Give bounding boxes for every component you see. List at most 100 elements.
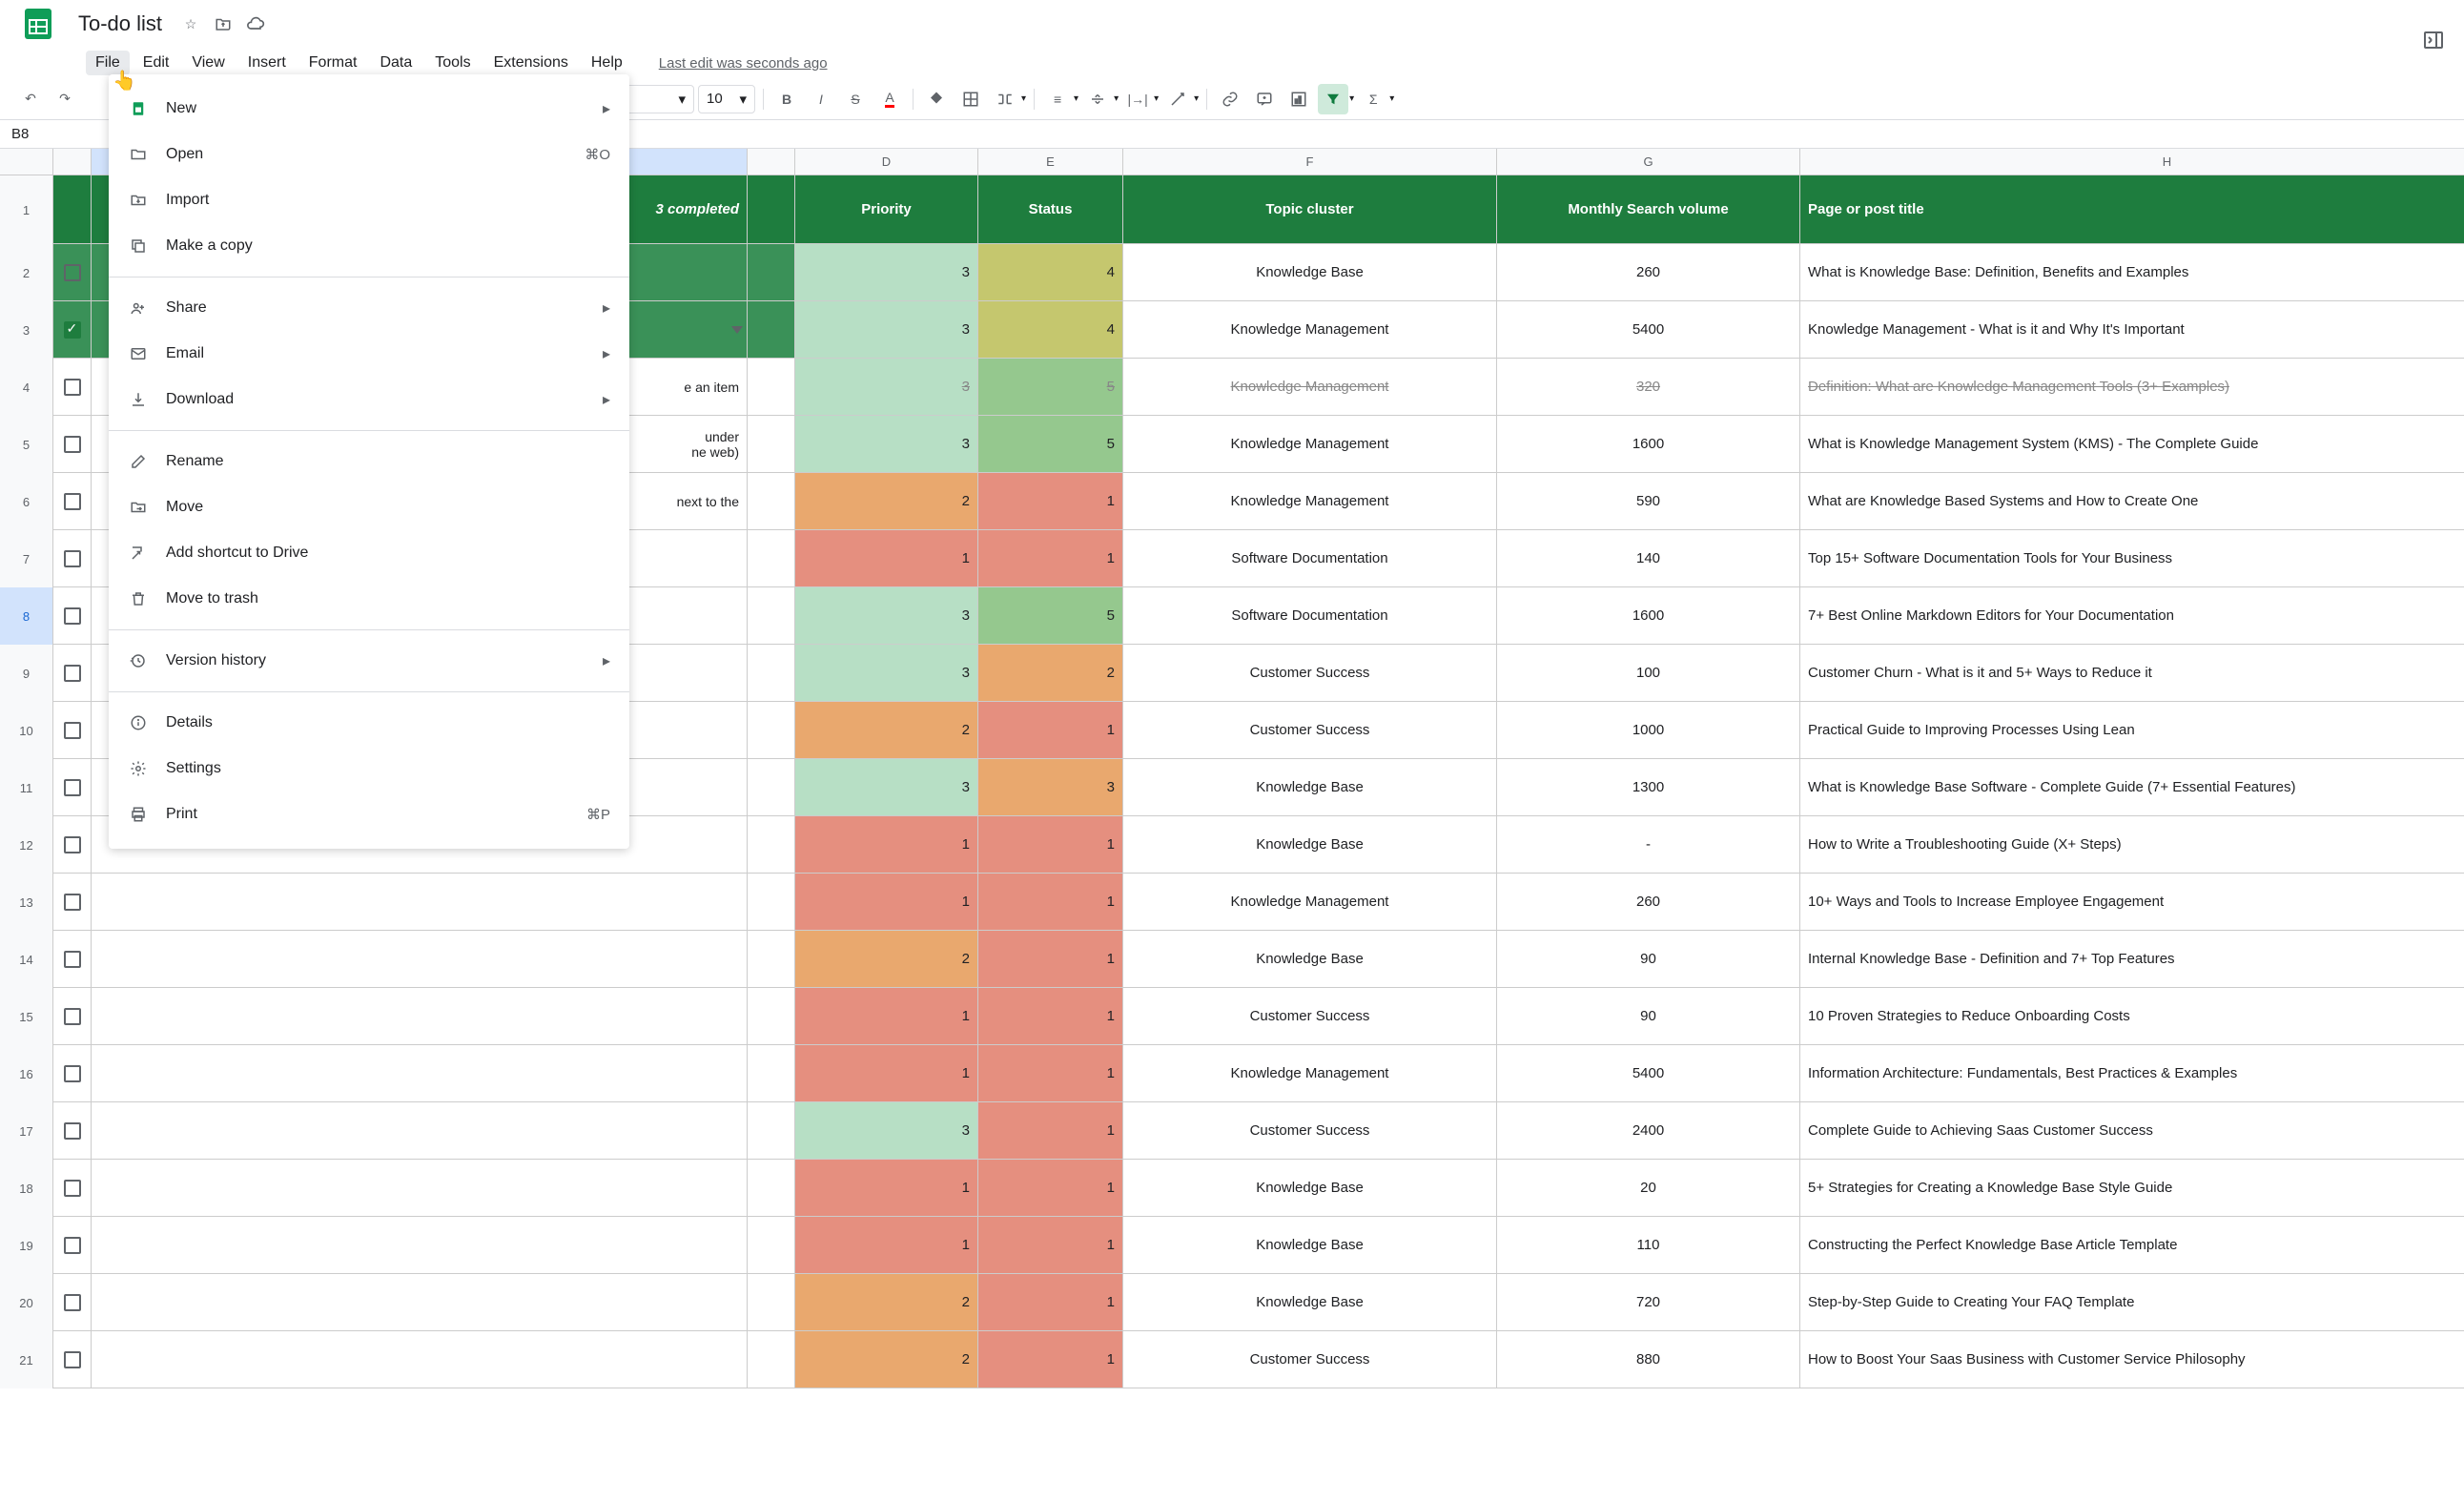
file-new[interactable]: New▸ <box>109 86 629 132</box>
cell-checkbox[interactable] <box>53 816 92 873</box>
cell[interactable] <box>748 1045 795 1101</box>
cell-priority[interactable]: 3 <box>795 645 978 701</box>
cell-topic[interactable]: Customer Success <box>1123 988 1497 1044</box>
cell[interactable] <box>748 759 795 815</box>
cell-title[interactable]: Step-by-Step Guide to Creating Your FAQ … <box>1800 1274 2464 1330</box>
cell-checkbox[interactable] <box>53 416 92 472</box>
file-import[interactable]: Import <box>109 177 629 223</box>
menu-view[interactable]: View <box>182 51 234 75</box>
wrap-button[interactable]: |→| <box>1122 84 1153 114</box>
checkbox[interactable] <box>64 1122 81 1140</box>
link-button[interactable] <box>1215 84 1245 114</box>
cell[interactable] <box>748 1160 795 1216</box>
cell-checkbox[interactable] <box>53 1102 92 1159</box>
cell-priority[interactable]: 3 <box>795 587 978 644</box>
menu-edit[interactable]: Edit <box>133 51 179 75</box>
cell-status[interactable]: 1 <box>978 1331 1123 1388</box>
fill-color-button[interactable] <box>921 84 952 114</box>
valign-button[interactable] <box>1082 84 1113 114</box>
cell-title[interactable]: What is Knowledge Management System (KMS… <box>1800 416 2464 472</box>
borders-button[interactable] <box>955 84 986 114</box>
cell-msv[interactable]: 1600 <box>1497 416 1800 472</box>
row-header[interactable]: 19 <box>0 1217 53 1274</box>
functions-button[interactable]: Σ <box>1358 84 1388 114</box>
star-icon[interactable]: ☆ <box>181 14 200 33</box>
cell-priority[interactable]: 1 <box>795 530 978 586</box>
cell-priority[interactable]: 2 <box>795 702 978 758</box>
row-header[interactable]: 20 <box>0 1274 53 1331</box>
checkbox[interactable] <box>64 1294 81 1311</box>
cell-priority[interactable]: 3 <box>795 301 978 358</box>
cell-msv[interactable]: 260 <box>1497 244 1800 300</box>
chevron-down-icon[interactable]: ▾ <box>1074 93 1078 104</box>
cell-priority[interactable]: 2 <box>795 931 978 987</box>
cell-checkbox[interactable] <box>53 359 92 415</box>
select-all-corner[interactable] <box>0 149 53 175</box>
cell-checkbox[interactable] <box>53 988 92 1044</box>
cell-status[interactable]: 1 <box>978 874 1123 930</box>
cell-title[interactable]: Knowledge Management - What is it and Wh… <box>1800 301 2464 358</box>
cell-priority[interactable]: 1 <box>795 874 978 930</box>
cell-status[interactable]: 2 <box>978 645 1123 701</box>
cell[interactable]: Monthly Search volume <box>1497 175 1800 243</box>
row-header[interactable]: 17 <box>0 1102 53 1160</box>
cell-topic[interactable]: Knowledge Management <box>1123 473 1497 529</box>
cell[interactable] <box>748 874 795 930</box>
cell-checkbox[interactable] <box>53 702 92 758</box>
cell-priority[interactable]: 1 <box>795 988 978 1044</box>
checkbox[interactable] <box>64 607 81 625</box>
cell-checkbox[interactable] <box>53 759 92 815</box>
cell-checkbox[interactable] <box>53 587 92 644</box>
cell-title[interactable]: What is Knowledge Base: Definition, Bene… <box>1800 244 2464 300</box>
sheets-logo[interactable] <box>15 1 61 47</box>
cell-status[interactable]: 4 <box>978 301 1123 358</box>
cell-checkbox[interactable] <box>53 301 92 358</box>
cell-topic[interactable]: Knowledge Base <box>1123 1274 1497 1330</box>
cell-status[interactable]: 3 <box>978 759 1123 815</box>
move-folder-icon[interactable] <box>214 14 233 33</box>
checkbox[interactable] <box>64 665 81 682</box>
file-copy[interactable]: Make a copy <box>109 223 629 269</box>
file-version-history[interactable]: Version history▸ <box>109 638 629 684</box>
checkbox[interactable] <box>64 951 81 968</box>
checkbox[interactable] <box>64 379 81 396</box>
menu-extensions[interactable]: Extensions <box>484 51 578 75</box>
cell-topic[interactable]: Software Documentation <box>1123 530 1497 586</box>
col-header-d[interactable]: D <box>795 149 978 175</box>
menu-data[interactable]: Data <box>370 51 421 75</box>
text-color-button[interactable]: A <box>874 84 905 114</box>
row-header[interactable]: 6 <box>0 473 53 530</box>
cell[interactable] <box>748 1217 795 1273</box>
cell[interactable] <box>748 416 795 472</box>
cell-topic[interactable]: Knowledge Management <box>1123 301 1497 358</box>
cell[interactable] <box>748 988 795 1044</box>
checkbox[interactable] <box>64 1008 81 1025</box>
checkbox[interactable] <box>64 321 81 339</box>
cell[interactable] <box>92 1331 748 1388</box>
checkbox[interactable] <box>64 722 81 739</box>
cell-priority[interactable]: 3 <box>795 416 978 472</box>
cell-topic[interactable]: Knowledge Base <box>1123 931 1497 987</box>
cell-msv[interactable]: 5400 <box>1497 301 1800 358</box>
checkbox[interactable] <box>64 779 81 796</box>
row-header[interactable]: 14 <box>0 931 53 988</box>
cell-priority[interactable]: 3 <box>795 1102 978 1159</box>
side-panel-toggle-icon[interactable] <box>2422 29 2445 51</box>
cell-msv[interactable]: 880 <box>1497 1331 1800 1388</box>
checkbox[interactable] <box>64 264 81 281</box>
menu-tools[interactable]: Tools <box>425 51 480 75</box>
cell-topic[interactable]: Knowledge Base <box>1123 1160 1497 1216</box>
cell[interactable] <box>748 359 795 415</box>
cell-topic[interactable]: Knowledge Management <box>1123 1045 1497 1101</box>
row-header[interactable]: 13 <box>0 874 53 931</box>
cell-title[interactable]: Practical Guide to Improving Processes U… <box>1800 702 2464 758</box>
cell-topic[interactable]: Software Documentation <box>1123 587 1497 644</box>
cell-msv[interactable]: 260 <box>1497 874 1800 930</box>
cell[interactable] <box>92 1217 748 1273</box>
comment-button[interactable] <box>1249 84 1280 114</box>
halign-button[interactable]: ≡ <box>1042 84 1073 114</box>
row-header[interactable]: 4 <box>0 359 53 416</box>
cell[interactable] <box>92 1160 748 1216</box>
cell[interactable]: Topic cluster <box>1123 175 1497 243</box>
strikethrough-button[interactable]: S <box>840 84 871 114</box>
